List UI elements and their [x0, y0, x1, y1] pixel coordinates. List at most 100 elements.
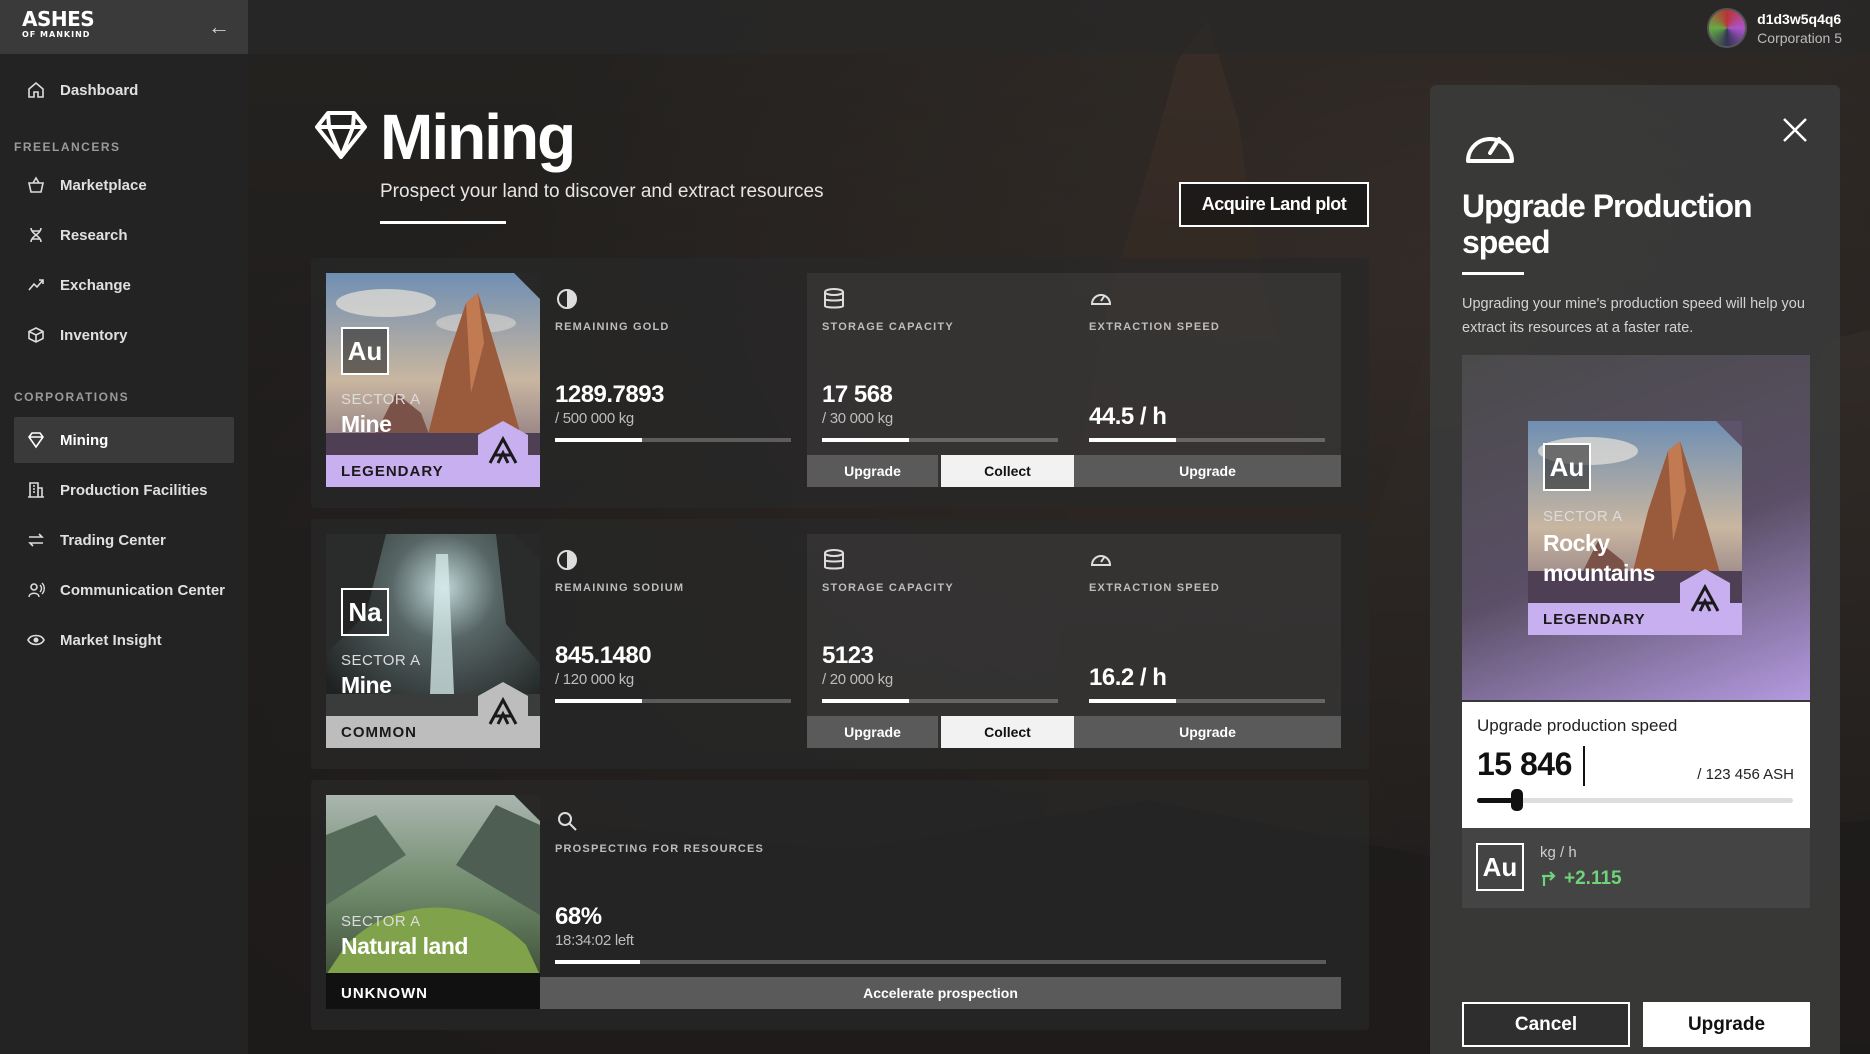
progress-bar: [822, 699, 1058, 703]
app-logo[interactable]: ASHES OF MANKIND: [22, 9, 95, 43]
stat-value: 17 568: [822, 381, 893, 408]
tile-corner-cut: [514, 534, 540, 560]
avatar[interactable]: [1707, 8, 1748, 48]
amount-input[interactable]: 15 846: [1477, 746, 1572, 783]
stat-label: REMAINING GOLD: [555, 321, 670, 333]
slider-track[interactable]: [1477, 798, 1793, 803]
result-delta: +2.115: [1540, 868, 1622, 890]
stat-value: 44.5 / h: [1089, 403, 1167, 430]
sector-label: SECTOR A: [341, 652, 421, 669]
stat-label: STORAGE CAPACITY: [822, 582, 954, 594]
land-tile[interactable]: SECTOR A Natural land UNKNOWN: [326, 795, 540, 1009]
progress-fill: [1089, 699, 1177, 703]
sidebar-item-label: Production Facilities: [60, 481, 208, 499]
mine-tile[interactable]: Au SECTOR A Mine LEGENDARY: [326, 273, 540, 487]
slider-thumb[interactable]: [1511, 789, 1524, 811]
sector-label: SECTOR A: [341, 913, 421, 930]
database-icon: [824, 288, 844, 309]
stat-total: / 500 000 kg: [555, 410, 634, 427]
upgrade-panel: Upgrade Production speed Upgrading your …: [1430, 85, 1840, 1054]
sidebar-item-label: Research: [60, 226, 128, 244]
sidebar-item-label: Trading Center: [60, 531, 166, 549]
element-symbol: Na: [341, 588, 389, 636]
mine-card-sodium: Na SECTOR A Mine COMMON REMAINING SODIUM…: [311, 519, 1369, 769]
upgrade-button[interactable]: Upgrade: [1643, 1002, 1810, 1047]
tile-corner-cut: [514, 273, 540, 299]
sidebar-item-inventory[interactable]: Inventory: [14, 312, 234, 358]
stat-label: REMAINING SODIUM: [555, 582, 685, 594]
arrow-up-right-icon: [1542, 871, 1556, 886]
rarity-badge: UNKNOWN: [326, 977, 540, 1009]
box-icon: [26, 325, 46, 345]
user-profile[interactable]: d1d3w5q4q6 Corporation 5: [1707, 8, 1842, 48]
preview-tile: Au SECTOR A Rocky mountains LEGENDARY: [1528, 421, 1742, 635]
mine-preview: Au SECTOR A Rocky mountains LEGENDARY: [1462, 355, 1810, 700]
panel-description: Upgrading your mine's production speed w…: [1462, 296, 1805, 336]
sidebar: Dashboard FREELANCERS Marketplace Resear…: [0, 54, 248, 1054]
cancel-button[interactable]: Cancel: [1462, 1002, 1630, 1047]
sidebar-item-communication-center[interactable]: Communication Center: [14, 567, 234, 613]
sidebar-item-market-insight[interactable]: Market Insight: [14, 617, 234, 663]
stat-value: 1289.7893: [555, 381, 664, 408]
stat-value: 16.2 / h: [1089, 664, 1167, 691]
mine-tile[interactable]: Na SECTOR A Mine COMMON: [326, 534, 540, 748]
element-symbol: Au: [1476, 843, 1524, 891]
collect-button[interactable]: Collect: [941, 716, 1074, 748]
logo-area: ASHES OF MANKIND ←: [0, 0, 248, 54]
stat-label: STORAGE CAPACITY: [822, 321, 954, 333]
pie-icon: [557, 289, 577, 309]
sidebar-item-label: Mining: [60, 431, 109, 449]
swap-icon: [26, 530, 46, 550]
progress-bar: [555, 438, 791, 442]
eye-icon: [26, 630, 46, 650]
sidebar-item-label: Marketplace: [60, 176, 147, 194]
result-delta-value: +2.115: [1564, 868, 1622, 889]
sidebar-item-mining[interactable]: Mining: [14, 417, 234, 463]
accelerate-prospection-button[interactable]: Accelerate prospection: [540, 977, 1341, 1009]
collect-button[interactable]: Collect: [941, 455, 1074, 487]
section-heading-freelancers: FREELANCERS: [14, 140, 121, 154]
sidebar-item-dashboard[interactable]: Dashboard: [14, 67, 234, 113]
diamond-icon: [26, 430, 46, 450]
sector-label: SECTOR A: [341, 391, 421, 408]
sidebar-item-trading-center[interactable]: Trading Center: [14, 517, 234, 563]
progress-fill: [555, 960, 640, 964]
acquire-land-plot-button[interactable]: Acquire Land plot: [1179, 182, 1369, 227]
close-icon[interactable]: [1780, 115, 1810, 145]
corporation-emblem-icon: [478, 682, 528, 732]
sidebar-item-production-facilities[interactable]: Production Facilities: [14, 467, 234, 513]
element-symbol: Au: [1543, 443, 1591, 491]
progress-bar: [822, 438, 1058, 442]
sidebar-item-exchange[interactable]: Exchange: [14, 262, 234, 308]
speedometer-icon: [1466, 137, 1514, 163]
stat-total: / 120 000 kg: [555, 671, 634, 688]
stat-value: 845.1480: [555, 642, 652, 669]
land-name: Natural land: [341, 933, 468, 959]
sidebar-item-label: Dashboard: [60, 81, 139, 99]
mine-name: Mine: [341, 672, 392, 698]
upgrade-storage-button[interactable]: Upgrade: [807, 716, 938, 748]
storage-stat: STORAGE CAPACITY 17 568 / 30 000 kg Upgr…: [807, 273, 1074, 487]
logo-sub-text: OF MANKIND: [22, 30, 91, 39]
prospect-card: SECTOR A Natural land UNKNOWN PROSPECTIN…: [311, 780, 1369, 1030]
arrow-left-icon[interactable]: ←: [208, 14, 230, 40]
sidebar-item-research[interactable]: Research: [14, 212, 234, 258]
panel-title-underline: [1462, 272, 1524, 275]
upgrade-storage-button[interactable]: Upgrade: [807, 455, 938, 487]
sidebar-item-marketplace[interactable]: Marketplace: [14, 162, 234, 208]
page-title: Mining: [380, 101, 576, 173]
progress-fill: [822, 699, 910, 703]
sidebar-item-label: Exchange: [60, 276, 131, 294]
upgrade-speed-button[interactable]: Upgrade: [1074, 716, 1341, 748]
stat-label: EXTRACTION SPEED: [1089, 321, 1221, 333]
corporation-emblem-icon: [1680, 569, 1730, 619]
panel-title: Upgrade Production speed: [1462, 188, 1753, 260]
stat-total: / 30 000 kg: [822, 410, 893, 427]
storage-stat: STORAGE CAPACITY 5123 / 20 000 kg Upgrad…: [807, 534, 1074, 748]
upgrade-speed-button[interactable]: Upgrade: [1074, 455, 1341, 487]
mine-name: Mine: [341, 411, 392, 437]
stat-label: PROSPECTING FOR RESOURCES: [555, 843, 765, 855]
remaining-stat: REMAINING SODIUM 845.1480 / 120 000 kg: [540, 534, 807, 748]
result-unit: kg / h: [1540, 844, 1577, 861]
progress-bar: [1089, 699, 1325, 703]
